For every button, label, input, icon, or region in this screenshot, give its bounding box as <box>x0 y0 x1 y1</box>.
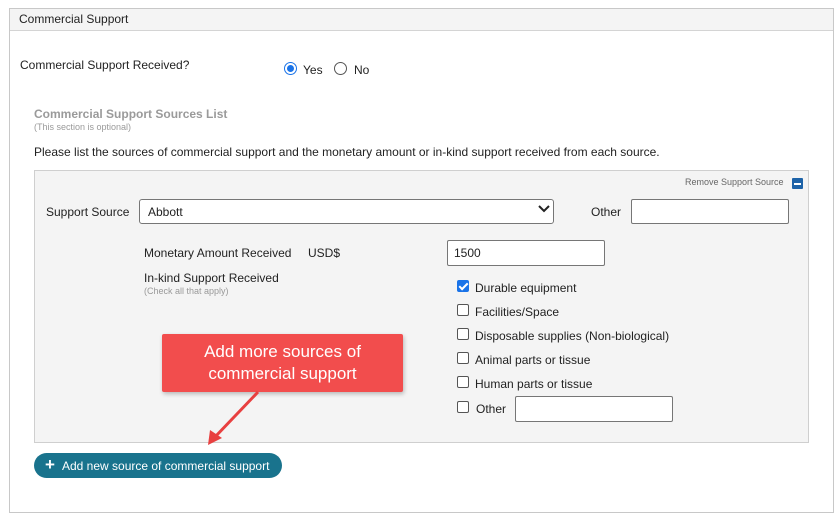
currency-label: USD$ <box>308 246 341 260</box>
checkbox-other-label[interactable]: Other <box>476 402 506 416</box>
radio-yes[interactable] <box>284 62 297 75</box>
radio-no[interactable] <box>334 62 347 75</box>
chevron-down-icon[interactable] <box>538 204 550 217</box>
callout-text: Add more sources of commercial support <box>162 341 403 385</box>
checkbox-durable-equipment[interactable] <box>457 280 469 292</box>
inkind-other-input[interactable] <box>515 396 673 422</box>
callout-line-1: Add more sources of <box>204 342 361 361</box>
sources-section-title: Commercial Support Sources List <box>34 107 228 121</box>
checkbox-animal-parts[interactable] <box>457 352 469 364</box>
panel-title: Commercial Support <box>19 12 129 26</box>
commercial-support-received-label: Commercial Support Received? <box>20 58 190 72</box>
checkbox-facilities-space[interactable] <box>457 304 469 316</box>
support-source-label: Support Source <box>46 205 130 219</box>
checkbox-human-parts[interactable] <box>457 376 469 388</box>
monetary-amount-value[interactable]: 1500 <box>454 246 481 260</box>
inkind-support-label: In-kind Support Received <box>144 271 279 285</box>
monetary-amount-label: Monetary Amount Received <box>144 246 292 260</box>
checkbox-animal-parts-label[interactable]: Animal parts or tissue <box>475 353 590 367</box>
radio-yes-label[interactable]: Yes <box>303 63 323 77</box>
checkbox-facilities-space-label[interactable]: Facilities/Space <box>475 305 559 319</box>
other-source-input[interactable] <box>631 199 789 224</box>
plus-icon[interactable]: + <box>45 455 55 475</box>
radio-no-label[interactable]: No <box>354 63 369 77</box>
minus-icon[interactable] <box>792 178 803 189</box>
support-source-value[interactable]: Abbott <box>148 205 183 219</box>
checkbox-human-parts-label[interactable]: Human parts or tissue <box>475 377 592 391</box>
panel-header <box>10 9 833 31</box>
callout-arrow-icon <box>208 390 260 445</box>
other-source-label: Other <box>591 205 622 219</box>
add-new-source-label[interactable]: Add new source of commercial support <box>62 459 269 473</box>
checkbox-other[interactable] <box>457 401 469 413</box>
inkind-support-hint: (Check all that apply) <box>144 286 229 296</box>
sources-instructions: Please list the sources of commercial su… <box>34 145 660 159</box>
sources-section-subtitle: (This section is optional) <box>34 122 132 132</box>
support-source-select[interactable] <box>139 199 554 224</box>
checkbox-disposable-supplies[interactable] <box>457 328 469 340</box>
remove-support-source-link[interactable]: Remove Support Source <box>685 177 784 187</box>
checkbox-disposable-supplies-label[interactable]: Disposable supplies (Non-biological) <box>475 329 669 343</box>
checkbox-durable-equipment-label[interactable]: Durable equipment <box>475 281 576 295</box>
callout-line-2: commercial support <box>208 364 357 383</box>
